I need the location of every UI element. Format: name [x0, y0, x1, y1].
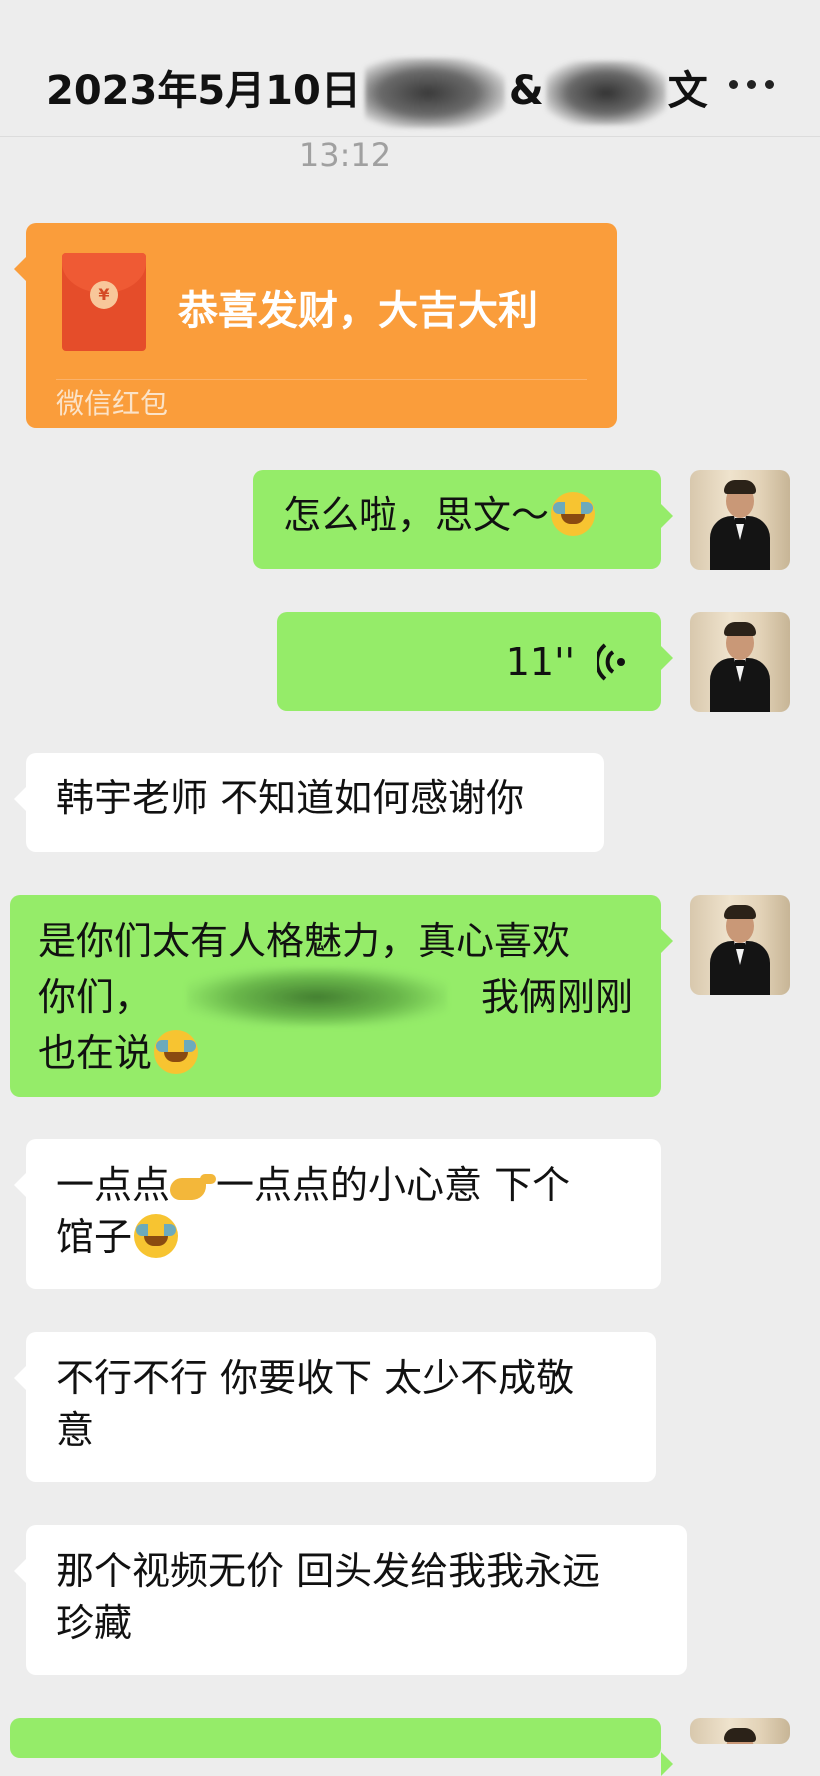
message-bubble-received[interactable]: 韩宇老师 不知道如何感谢你 — [14, 753, 604, 852]
avatar[interactable] — [690, 895, 790, 995]
chat-title: 2023年5月10日 & 文 — [46, 58, 708, 128]
crying-laughing-emoji-icon — [551, 492, 596, 536]
message-bubble-sent[interactable]: 怎么啦，思文～ — [253, 470, 673, 569]
crying-laughing-emoji-icon — [154, 1030, 199, 1074]
message-text: 怎么啦，思文～ — [283, 493, 550, 537]
message-bubble-received[interactable]: 不行不行 你要收下 太少不成敬 意 — [14, 1332, 656, 1482]
yuan-coin-icon: ¥ — [90, 281, 118, 309]
message-text-line: 馆子 — [56, 1211, 631, 1263]
message-text-line: 意 — [56, 1408, 95, 1452]
message-text-line: 你们， 我俩刚刚 — [38, 967, 633, 1027]
message-text-line: 珍藏 — [56, 1601, 133, 1645]
avatar[interactable] — [690, 470, 790, 570]
message-text-part: 馆子 — [56, 1215, 133, 1259]
divider — [56, 379, 587, 380]
avatar[interactable] — [690, 612, 790, 712]
message-timestamp: 13:12 — [298, 136, 392, 174]
voice-wave-icon — [597, 642, 625, 681]
message-text-line: 那个视频无价 回头发给我我永远 — [56, 1549, 601, 1593]
message-text-line: 是你们太有人格魅力，真心喜欢 — [38, 919, 571, 963]
message-bubble-sent[interactable]: 是你们太有人格魅力，真心喜欢 你们， 我俩刚刚 也在说 — [10, 895, 673, 1097]
message-text-part: 一点点 — [56, 1163, 171, 1207]
message-bubble-received[interactable]: 一点点 一点点的小心意 下个 馆子 — [14, 1139, 661, 1289]
chat-title-amp: & — [508, 68, 544, 114]
red-packet-label: 微信红包 — [56, 387, 169, 420]
voice-duration: 11'' — [505, 639, 575, 684]
message-bubble-received[interactable]: 那个视频无价 回头发给我我永远 珍藏 — [14, 1525, 687, 1675]
message-text-line: 一点点 一点点的小心意 下个 — [56, 1159, 631, 1211]
crying-laughing-emoji-icon — [134, 1214, 179, 1258]
redacted-name — [545, 61, 666, 125]
chat-header: 2023年5月10日 & 文 — [0, 0, 820, 137]
message-text-line: 也在说 — [38, 1027, 633, 1079]
message-text-part: 我俩刚刚 — [480, 975, 633, 1019]
red-packet-greeting: 恭喜发财，大吉大利 — [178, 288, 538, 334]
redacted-name — [364, 58, 505, 128]
message-text-line: 不行不行 你要收下 太少不成敬 — [56, 1356, 575, 1400]
chat-title-date: 2023年5月10日 — [46, 68, 361, 114]
avatar[interactable] — [690, 1718, 790, 1744]
red-envelope-icon: ¥ — [62, 253, 146, 351]
more-dots-icon[interactable] — [726, 72, 776, 96]
message-text-part: 一点点的小心意 下个 — [216, 1163, 571, 1207]
chat-title-end: 文 — [667, 68, 708, 114]
message-bubble-sent[interactable] — [10, 1718, 673, 1776]
voice-message-bubble[interactable]: 11'' — [277, 612, 673, 711]
redacted-text — [186, 967, 447, 1027]
message-text: 韩宇老师 不知道如何感谢你 — [56, 776, 525, 820]
message-text-part: 也在说 — [38, 1031, 153, 1075]
message-text-part: 你们， — [38, 975, 153, 1019]
red-packet-message[interactable]: ¥ 恭喜发财，大吉大利 微信红包 — [14, 223, 617, 428]
pinching-hand-emoji-icon — [170, 1172, 217, 1202]
